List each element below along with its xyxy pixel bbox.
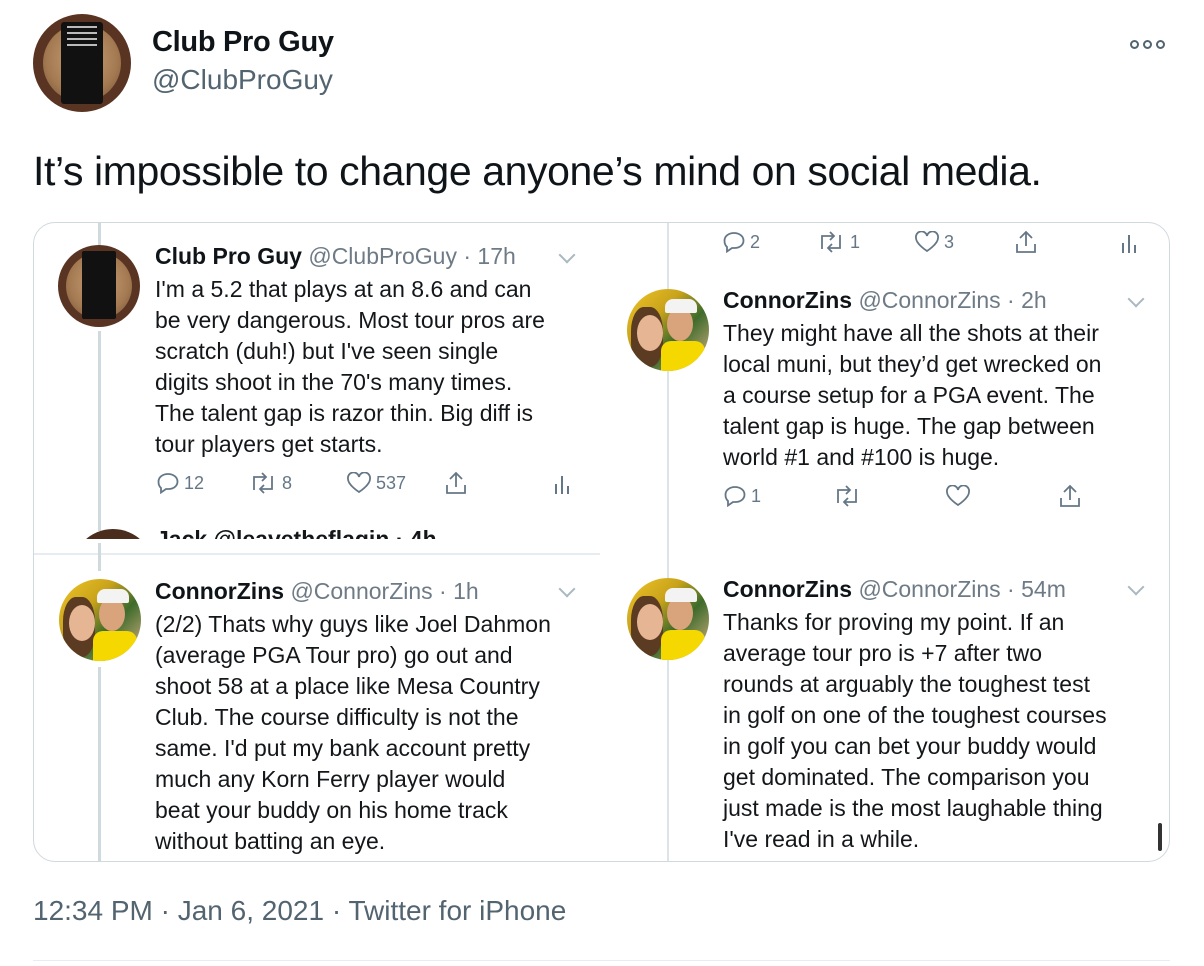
chevron-down-icon (1127, 578, 1145, 596)
reply-text: They might have all the shots at their l… (723, 320, 1102, 470)
reply-icon (723, 232, 745, 253)
chevron-down-icon (558, 246, 576, 264)
connorzins-avatar (627, 289, 709, 371)
tweet: Club Pro Guy @ClubProGuy It’s impossible… (0, 0, 1204, 966)
reply-count: 12 (156, 472, 204, 494)
reply-count: 2 (722, 231, 760, 253)
connorzins-avatar (627, 578, 709, 660)
connorzins-avatar (59, 579, 141, 661)
author-name[interactable]: Club Pro Guy (152, 26, 334, 59)
reply-icon (724, 486, 746, 507)
jack-avatar-cut (72, 529, 154, 539)
reply-author-handle: @ConnorZins · 1h (290, 578, 479, 604)
author-handle[interactable]: @ClubProGuy (152, 64, 333, 96)
analytics-icon (1120, 232, 1138, 254)
chevron-down-icon (558, 580, 576, 598)
like-count: 537 (346, 472, 406, 494)
retweet-icon (832, 485, 862, 507)
tweet-timestamp[interactable]: 12:34 PM · Jan 6, 2021 · Twitter for iPh… (33, 895, 566, 927)
retweet-icon (253, 472, 273, 494)
reply-author-name: ConnorZins (155, 578, 285, 604)
divider (34, 553, 600, 555)
retweet-count: 1 (816, 231, 860, 253)
reply-author-handle: @ConnorZins · 54m (858, 576, 1066, 602)
share-icon (1014, 229, 1038, 255)
next-reply-header-cut: Jack @leavetheflagin · 4h (156, 529, 437, 539)
retweet-icon (821, 231, 841, 253)
like-count: 3 (914, 231, 954, 253)
reply-text: Thanks for proving my point. If an avera… (723, 609, 1107, 852)
reply-text: (2/2) Thats why guys like Joel Dahmon (a… (155, 611, 551, 854)
author-avatar[interactable] (33, 14, 131, 112)
heart-icon (945, 485, 971, 507)
share-icon (1058, 483, 1082, 509)
chevron-down-icon (1127, 290, 1145, 308)
reply-icon (157, 473, 179, 494)
reply-count: 1 (723, 485, 761, 507)
reply-author-handle: @ConnorZins · 2h (858, 287, 1047, 313)
reply-author-handle: @ClubProGuy · 17h (308, 243, 516, 269)
reply-author-name: ConnorZins (723, 576, 853, 602)
tweet-text: It’s impossible to change anyone’s mind … (33, 148, 1042, 194)
retweet-count: 8 (248, 472, 292, 494)
reply-text: I'm a 5.2 that plays at an 8.6 and can b… (155, 276, 545, 457)
share-icon (444, 470, 468, 496)
scrollbar (1158, 823, 1162, 851)
divider (33, 960, 1170, 961)
heart-icon (347, 472, 371, 494)
heart-icon (915, 231, 939, 253)
analytics-icon (553, 473, 571, 495)
reply-author-name: ConnorZins (723, 287, 853, 313)
tweet-image-collage[interactable]: Club Pro Guy @ClubProGuy · 17h I'm a 5.2… (33, 222, 1170, 862)
reply-author-name: Club Pro Guy (155, 243, 302, 269)
more-options-icon[interactable] (1130, 34, 1170, 54)
club-pro-guy-avatar (58, 245, 140, 327)
